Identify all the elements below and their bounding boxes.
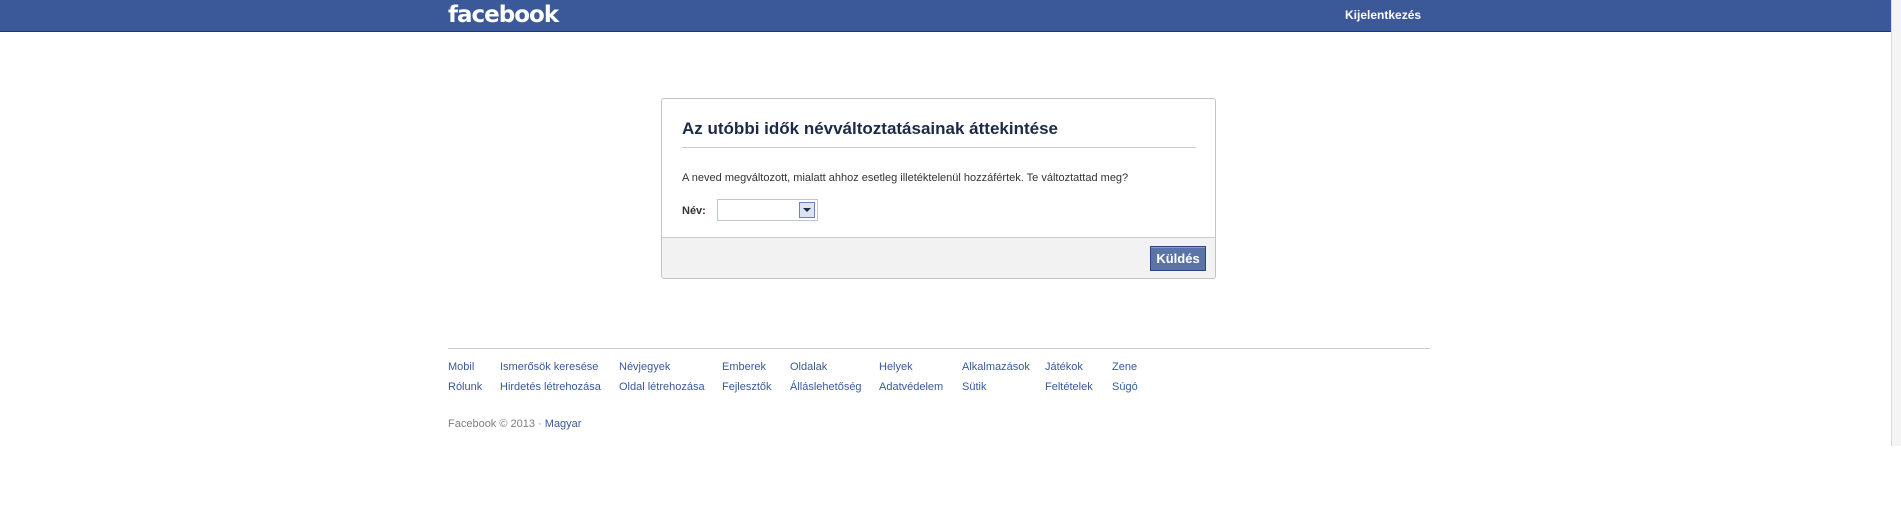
logout-link[interactable]: Kijelentkezés <box>1345 8 1421 22</box>
footer-link-terms[interactable]: Feltételek <box>1045 380 1093 394</box>
footer-link-find-friends[interactable]: Ismerősök keresése <box>500 360 598 374</box>
name-label: Név: <box>682 205 706 217</box>
copyright-text: Facebook © 2013 · <box>448 418 542 430</box>
facebook-logo[interactable]: facebook <box>448 1 559 29</box>
name-select[interactable] <box>717 199 818 221</box>
vertical-scrollbar[interactable] <box>1891 0 1901 446</box>
language-link[interactable]: Magyar <box>545 418 582 430</box>
footer-link-privacy[interactable]: Adatvédelem <box>879 380 943 394</box>
submit-button[interactable]: Küldés <box>1150 246 1206 271</box>
footer-link-apps[interactable]: Alkalmazások <box>962 360 1030 374</box>
footer-link-careers[interactable]: Álláslehetőség <box>790 380 862 394</box>
footer-link-pages[interactable]: Oldalak <box>790 360 827 374</box>
title-divider <box>682 147 1196 148</box>
footer-divider <box>448 348 1430 349</box>
footer-link-places[interactable]: Helyek <box>879 360 913 374</box>
footer-link-create-page[interactable]: Oldal létrehozása <box>619 380 705 394</box>
footer-link-help[interactable]: Súgó <box>1112 380 1138 394</box>
footer-link-about[interactable]: Rólunk <box>448 380 482 394</box>
footer-link-people[interactable]: Emberek <box>722 360 766 374</box>
footer-link-cookies[interactable]: Sütik <box>962 380 986 394</box>
dialog-message: A neved megváltozott, mialatt ahhoz eset… <box>682 172 1129 184</box>
name-change-dialog: Az utóbbi idők névváltoztatásainak áttek… <box>661 98 1216 279</box>
dialog-title: Az utóbbi idők névváltoztatásainak áttek… <box>682 119 1058 138</box>
dialog-footer: Küldés <box>662 237 1215 278</box>
footer-link-music[interactable]: Zene <box>1112 360 1137 374</box>
copyright: Facebook © 2013 · Magyar <box>448 417 581 431</box>
footer-link-badges[interactable]: Névjegyek <box>619 360 670 374</box>
page: facebook Kijelentkezés Az utóbbi idők né… <box>0 0 1901 531</box>
footer-link-developers[interactable]: Fejlesztők <box>722 380 772 394</box>
footer-link-mobile[interactable]: Mobil <box>448 360 474 374</box>
footer-link-create-ad[interactable]: Hirdetés létrehozása <box>500 380 601 394</box>
footer-link-games[interactable]: Játékok <box>1045 360 1083 374</box>
top-bar: facebook Kijelentkezés <box>0 0 1891 32</box>
chevron-down-icon[interactable] <box>799 202 815 218</box>
